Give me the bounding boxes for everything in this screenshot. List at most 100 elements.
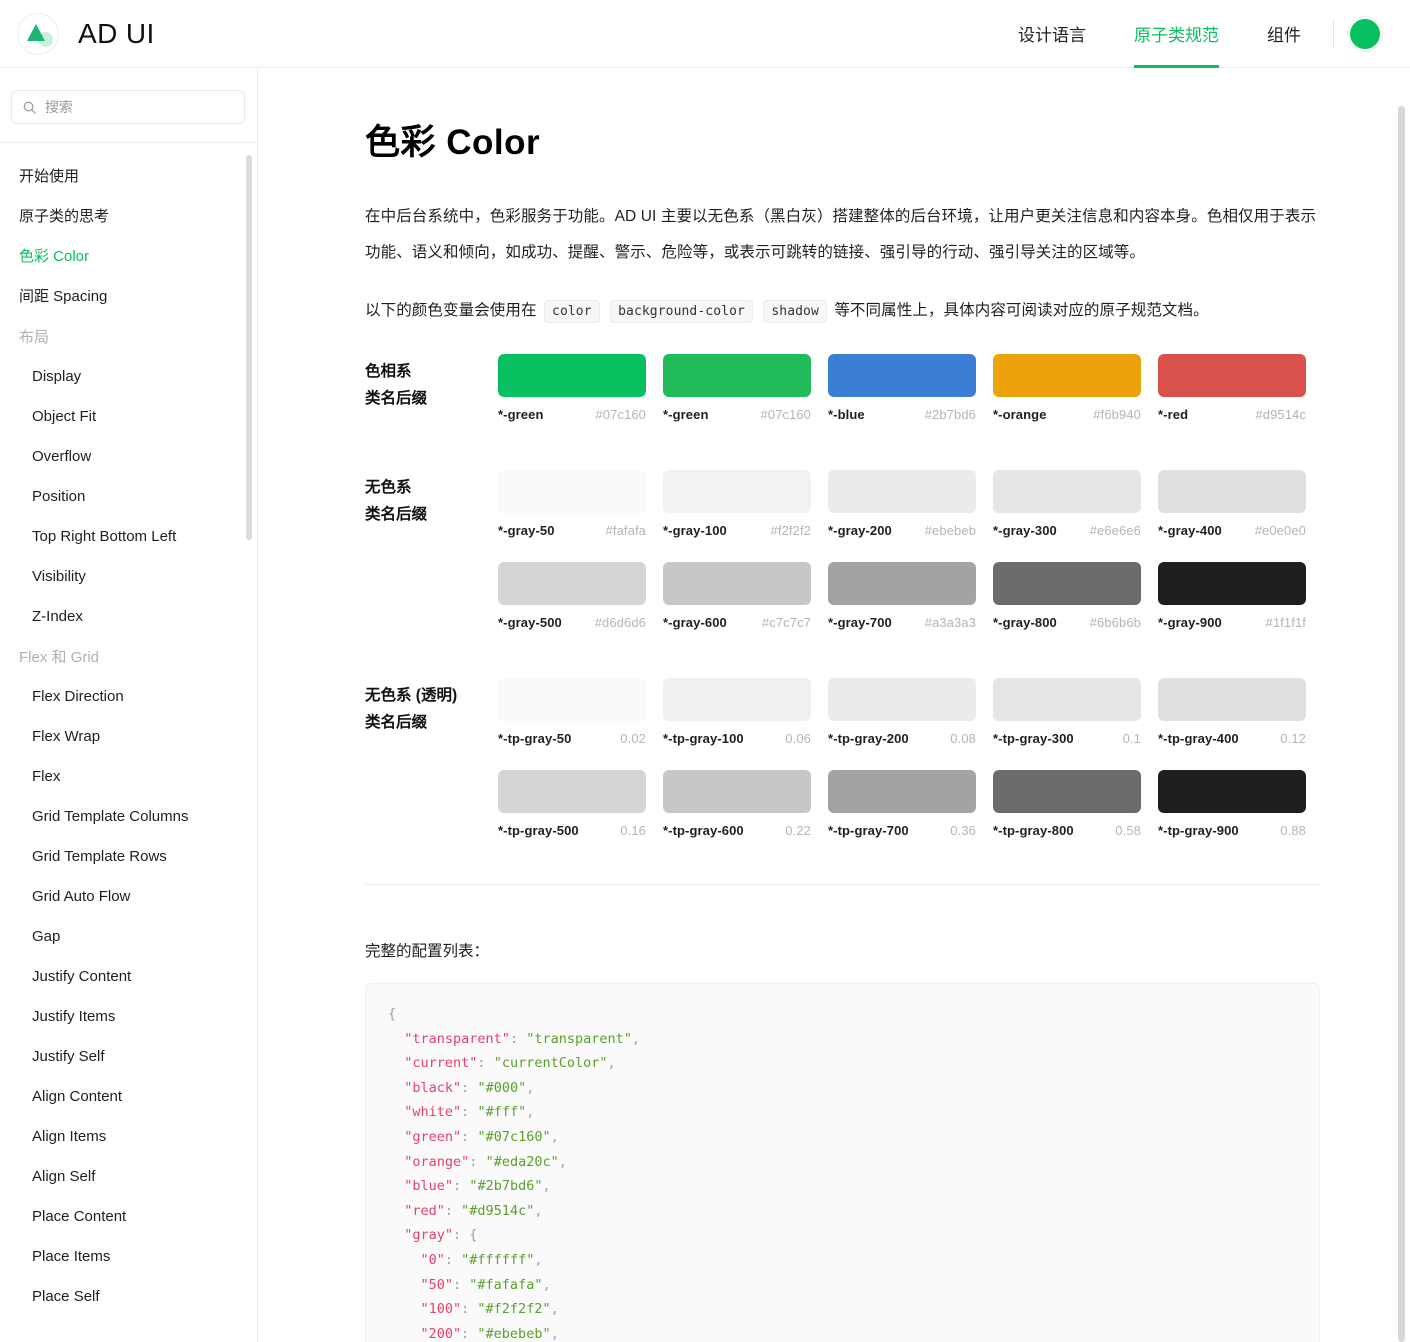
code-line: "blue": "#2b7bd6",	[388, 1174, 1297, 1199]
swatch-color-box	[993, 354, 1141, 397]
swatch-cell-tp-gray-100[interactable]: *-tp-gray-100 0.06	[663, 678, 828, 770]
swatch-cell-gray-700[interactable]: *-gray-700 #a3a3a3	[828, 562, 993, 654]
swatch-meta: *-gray-200 #ebebeb	[828, 523, 976, 538]
sidebar-item-开始使用[interactable]: 开始使用	[0, 157, 257, 197]
swatch-class-name: *-gray-800	[993, 615, 1057, 630]
swatch-class-name: *-gray-900	[1158, 615, 1222, 630]
swatch-cell-green[interactable]: *-green #07c160	[498, 354, 663, 446]
code-token-punc: :	[461, 1128, 478, 1145]
sidebar-item-grid-template-rows[interactable]: Grid Template Rows	[0, 837, 257, 877]
swatch-class-name: *-blue	[828, 407, 865, 422]
nav-tab-atomic-spec[interactable]: 原子类规范	[1110, 0, 1243, 68]
swatch-cell-gray-200[interactable]: *-gray-200 #ebebeb	[828, 470, 993, 562]
code-token-punc	[388, 1080, 404, 1096]
swatch-cell-gray-300[interactable]: *-gray-300 #e6e6e6	[993, 470, 1158, 562]
sidebar-item-position[interactable]: Position	[0, 477, 257, 517]
swatch-color-box	[663, 770, 811, 813]
swatch-meta: *-tp-gray-700 0.36	[828, 823, 976, 838]
swatch-cell-red[interactable]: *-red #d9514c	[1158, 354, 1323, 446]
sidebar-item-色彩-color[interactable]: 色彩 Color	[0, 237, 257, 277]
swatch-value: #ebebeb	[924, 523, 976, 538]
code-token-punc	[388, 1154, 404, 1170]
swatch-cell-gray-800[interactable]: *-gray-800 #6b6b6b	[993, 562, 1158, 654]
swatch-cell-tp-gray-900[interactable]: *-tp-gray-900 0.88	[1158, 770, 1323, 862]
sidebar-item-place-content[interactable]: Place Content	[0, 1197, 257, 1237]
swatch-class-name: *-gray-300	[993, 523, 1057, 538]
swatch-cell-tp-gray-500[interactable]: *-tp-gray-500 0.16	[498, 770, 663, 862]
swatch-value: #f6b940	[1093, 407, 1141, 422]
sidebar-item-top-right-bottom-left[interactable]: Top Right Bottom Left	[0, 517, 257, 557]
search-input[interactable]: 搜索	[11, 90, 245, 124]
nav-tab-components[interactable]: 组件	[1243, 0, 1325, 68]
code-token-str: "#d9514c"	[461, 1202, 535, 1219]
swatch-color-box	[993, 770, 1141, 813]
sidebar-item-z-index[interactable]: Z-Index	[0, 597, 257, 637]
swatch-cell-tp-gray-300[interactable]: *-tp-gray-300 0.1	[993, 678, 1158, 770]
swatch-color-box	[663, 562, 811, 605]
swatch-value: 0.06	[785, 731, 811, 746]
sidebar-scrollbar[interactable]	[246, 155, 252, 540]
code-token-punc: :	[509, 1030, 527, 1047]
swatch-meta: *-gray-300 #e6e6e6	[993, 523, 1141, 538]
swatch-class-name: *-tp-gray-900	[1158, 823, 1239, 838]
swatch-cell-gray-400[interactable]: *-gray-400 #e0e0e0	[1158, 470, 1323, 562]
swatch-meta: *-gray-50 #fafafa	[498, 523, 646, 538]
code-token-punc: ,	[526, 1104, 535, 1121]
sidebar-item-justify-self[interactable]: Justify Self	[0, 1037, 257, 1077]
swatch-class-name: *-tp-gray-100	[663, 731, 744, 746]
code-token-punc	[388, 1031, 404, 1047]
code-token-punc: :	[469, 1153, 486, 1170]
sidebar-item-overflow[interactable]: Overflow	[0, 437, 257, 477]
swatch-cell-gray-100[interactable]: *-gray-100 #f2f2f2	[663, 470, 828, 562]
config-list-title: 完整的配置列表：	[365, 943, 490, 960]
brand[interactable]: AD UI	[0, 12, 155, 55]
swatch-color-box	[993, 562, 1141, 605]
swatch-cell-blue[interactable]: *-blue #2b7bd6	[828, 354, 993, 446]
code-chip-background-color: background-color	[610, 300, 753, 323]
swatch-cell-tp-gray-600[interactable]: *-tp-gray-600 0.22	[663, 770, 828, 862]
swatch-cell-gray-50[interactable]: *-gray-50 #fafafa	[498, 470, 663, 562]
swatch-cell-gray-500[interactable]: *-gray-500 #d6d6d6	[498, 562, 663, 654]
sidebar-item-grid-template-columns[interactable]: Grid Template Columns	[0, 797, 257, 837]
intro-paragraph: 在中后台系统中，色彩服务于功能。AD UI 主要以无色系（黑白灰）搭建整体的后台…	[365, 208, 1317, 261]
swatch-color-box	[828, 562, 976, 605]
swatch-cell-tp-gray-50[interactable]: *-tp-gray-50 0.02	[498, 678, 663, 770]
sidebar-item-align-items[interactable]: Align Items	[0, 1117, 257, 1157]
nav-tab-design-language[interactable]: 设计语言	[994, 0, 1110, 68]
sidebar-item-flex-wrap[interactable]: Flex Wrap	[0, 717, 257, 757]
code-line: "gray": {	[388, 1223, 1297, 1248]
swatch-meta: *-gray-400 #e0e0e0	[1158, 523, 1306, 538]
swatch-cell-tp-gray-700[interactable]: *-tp-gray-700 0.36	[828, 770, 993, 862]
page-scrollbar[interactable]	[1398, 106, 1405, 1342]
sidebar-item-display[interactable]: Display	[0, 357, 257, 397]
swatch-meta: *-tp-gray-200 0.08	[828, 731, 976, 746]
sidebar-item-align-content[interactable]: Align Content	[0, 1077, 257, 1117]
sidebar-item-flex-direction[interactable]: Flex Direction	[0, 677, 257, 717]
sidebar-item-justify-content[interactable]: Justify Content	[0, 957, 257, 997]
sidebar-item-place-self[interactable]: Place Self	[0, 1277, 257, 1317]
avatar[interactable]	[1348, 16, 1382, 51]
sidebar-item-flex[interactable]: Flex	[0, 757, 257, 797]
nav-divider	[1333, 18, 1334, 49]
sidebar-item-align-self[interactable]: Align Self	[0, 1157, 257, 1197]
usage-paragraph: 以下的颜色变量会使用在 color background-color shado…	[365, 293, 1320, 330]
swatch-cell-tp-gray-800[interactable]: *-tp-gray-800 0.58	[993, 770, 1158, 862]
sidebar-item-place-items[interactable]: Place Items	[0, 1237, 257, 1277]
swatch-cell-tp-gray-400[interactable]: *-tp-gray-400 0.12	[1158, 678, 1323, 770]
swatch-meta: *-gray-900 #1f1f1f	[1158, 615, 1306, 630]
swatch-cell-green[interactable]: *-green #07c160	[663, 354, 828, 446]
swatch-cell-gray-900[interactable]: *-gray-900 #1f1f1f	[1158, 562, 1323, 654]
sidebar-item-grid-auto-flow[interactable]: Grid Auto Flow	[0, 877, 257, 917]
sidebar-item-原子类的思考[interactable]: 原子类的思考	[0, 197, 257, 237]
sidebar-item-visibility[interactable]: Visibility	[0, 557, 257, 597]
sidebar-item-justify-items[interactable]: Justify Items	[0, 997, 257, 1037]
swatch-color-box	[993, 678, 1141, 721]
swatch-class-name: *-gray-200	[828, 523, 892, 538]
swatch-cell-gray-600[interactable]: *-gray-600 #c7c7c7	[663, 562, 828, 654]
code-token-str: "#fafafa"	[469, 1276, 543, 1293]
sidebar-item-间距-spacing[interactable]: 间距 Spacing	[0, 277, 257, 317]
sidebar-item-object-fit[interactable]: Object Fit	[0, 397, 257, 437]
sidebar-item-gap[interactable]: Gap	[0, 917, 257, 957]
swatch-cell-orange[interactable]: *-orange #f6b940	[993, 354, 1158, 446]
swatch-cell-tp-gray-200[interactable]: *-tp-gray-200 0.08	[828, 678, 993, 770]
